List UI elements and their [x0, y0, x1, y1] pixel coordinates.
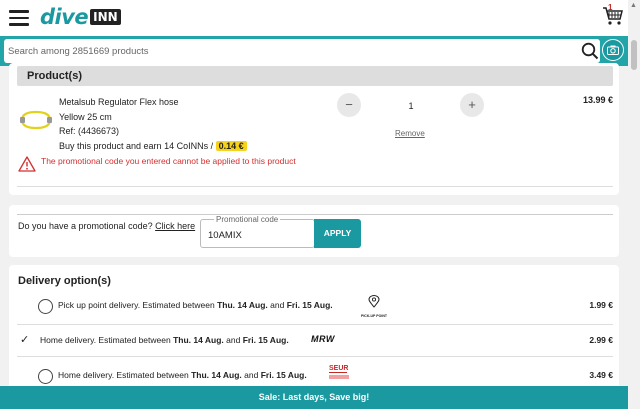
remove-link[interactable]: Remove [395, 129, 425, 138]
cart-count-badge: 1 [608, 3, 613, 12]
camera-search-button[interactable] [602, 39, 624, 61]
delivery-price: 3.49 € [589, 370, 613, 380]
seur-logo: SEUR [329, 365, 369, 381]
delivery-label: Pick up point delivery. Estimated betwee… [58, 300, 215, 310]
delivery-option-home-mrw[interactable]: ✓ Home delivery. Estimated between Thu. … [9, 325, 619, 355]
delivery-date-end: Fri. 15 Aug. [242, 335, 289, 345]
product-image[interactable] [19, 108, 53, 132]
search-bar [0, 36, 628, 66]
delivery-option-text: Home delivery. Estimated between Thu. 14… [58, 370, 307, 380]
warning-icon [18, 156, 36, 172]
delivery-date-start: Thu. 14 Aug. [191, 370, 242, 380]
scroll-thumb[interactable] [631, 40, 637, 70]
delivery-card: Delivery option(s) Pick up point deliver… [9, 265, 619, 395]
promo-question: Do you have a promotional code? Click he… [18, 221, 195, 231]
promo-code-input[interactable] [208, 228, 308, 242]
product-coins: Buy this product and earn 14 CoINNs / 0.… [59, 139, 247, 154]
promo-click-here-link[interactable]: Click here [155, 221, 195, 231]
promo-question-text: Do you have a promotional code? [18, 221, 153, 231]
logo[interactable]: dive INN [40, 5, 121, 29]
coins-value-badge: 0.14 € [215, 140, 247, 151]
delivery-option-pickup[interactable]: Pick up point delivery. Estimated betwee… [9, 291, 619, 321]
delivery-title: Delivery option(s) [18, 275, 111, 287]
delivery-label: Home delivery. Estimated between [40, 335, 171, 345]
search-input[interactable] [8, 42, 568, 60]
product-price: 13.99 € [582, 95, 613, 105]
menu-icon[interactable] [9, 10, 29, 26]
delivery-option-text: Home delivery. Estimated between Thu. 14… [40, 335, 289, 345]
search-box [4, 39, 600, 63]
product-card: Product(s) Metalsub Regulator Flex hose … [9, 63, 619, 195]
coins-text: Buy this product and earn 14 CoINNs / [59, 140, 214, 151]
search-icon[interactable] [581, 42, 599, 60]
pickup-logo-label: PICK-UP POINT [361, 314, 387, 318]
quantity-value: 1 [408, 101, 414, 111]
apply-button[interactable]: APPLY [314, 219, 361, 248]
delivery-price: 1.99 € [589, 300, 613, 310]
delivery-label: Home delivery. Estimated between [58, 370, 189, 380]
divider [17, 186, 613, 187]
seur-logo-text: SEUR [329, 365, 349, 373]
product-variant: Yellow 25 cm [59, 111, 112, 122]
delivery-date-start: Thu. 14 Aug. [217, 300, 268, 310]
promo-code-label: Promotional code [214, 215, 281, 224]
delivery-option-text: Pick up point delivery. Estimated betwee… [58, 300, 333, 310]
quantity-increase-button[interactable]: + [460, 93, 484, 117]
cart-icon[interactable] [602, 6, 624, 26]
pickup-point-icon: PICK-UP POINT [361, 295, 387, 318]
seur-logo-bar [329, 375, 349, 379]
mrw-logo: MRW [311, 334, 335, 344]
product-name[interactable]: Metalsub Regulator Flex hose [59, 95, 247, 110]
delivery-radio[interactable] [38, 299, 53, 314]
promo-code-card: Do you have a promotional code? Click he… [9, 205, 619, 257]
sale-banner[interactable]: Sale: Last days, Save big! [0, 386, 628, 409]
promo-warning-message: The promotional code you entered cannot … [41, 156, 296, 166]
logo-dive-text: dive [40, 5, 89, 29]
scroll-up-arrow[interactable]: ▲ [630, 2, 637, 9]
delivery-date-end: Fri. 15 Aug. [260, 370, 307, 380]
product-section-header: Product(s) [17, 66, 613, 86]
delivery-date-end: Fri. 15 Aug. [286, 300, 333, 310]
product-section-title: Product(s) [27, 70, 82, 82]
checkmark-icon: ✓ [20, 334, 30, 346]
delivery-and: and [244, 370, 259, 380]
divider [17, 356, 613, 357]
delivery-price: 2.99 € [589, 335, 613, 345]
camera-icon [607, 45, 619, 55]
product-info: Metalsub Regulator Flex hose Yellow 25 c… [59, 95, 247, 153]
divider [17, 214, 613, 215]
logo-inn-text: INN [90, 9, 121, 25]
delivery-date-start: Thu. 14 Aug. [173, 335, 224, 345]
delivery-and: and [270, 300, 285, 310]
page-scrollbar[interactable]: ▲ [628, 0, 640, 409]
quantity-decrease-button[interactable]: − [337, 93, 361, 117]
product-ref: Ref: (4436673) [59, 126, 120, 136]
delivery-radio[interactable] [38, 369, 53, 384]
delivery-and: and [226, 335, 241, 345]
top-header: dive INN 1 [0, 0, 640, 36]
